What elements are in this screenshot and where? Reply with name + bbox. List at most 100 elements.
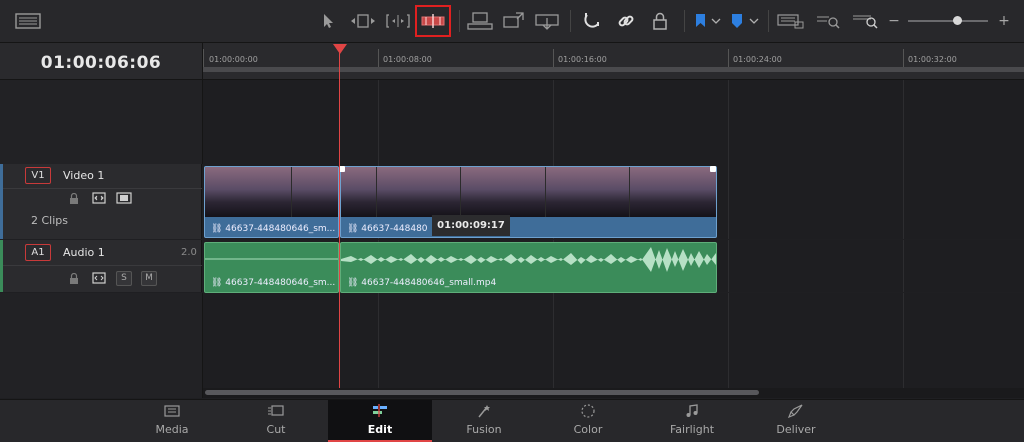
current-timecode: 01:00:06:06 xyxy=(40,53,162,73)
timeline-view-options-icon[interactable] xyxy=(14,9,42,33)
fusion-page-icon xyxy=(432,404,536,420)
video-clip[interactable]: ⛓ 46637-448480646_sm... xyxy=(204,166,339,238)
flag-icon[interactable] xyxy=(692,9,724,33)
audio-track-header[interactable]: A1 Audio 1 2.0 S M xyxy=(0,240,202,292)
page-tab-fusion[interactable]: Fusion xyxy=(432,400,536,442)
solo-button[interactable]: S xyxy=(116,271,132,286)
marker-icon[interactable] xyxy=(728,9,762,33)
thumbnail-divider xyxy=(545,167,546,217)
lock-track-icon[interactable] xyxy=(69,272,79,287)
film-strip-icon[interactable] xyxy=(116,192,132,207)
page-tab-color[interactable]: Color xyxy=(536,400,640,442)
insert-clip-icon[interactable] xyxy=(466,9,494,33)
ruler-tick-label: 01:00:16:00 xyxy=(558,55,607,64)
ruler-tick-label: 01:00:08:00 xyxy=(383,55,432,64)
toolbar-separator xyxy=(570,10,571,32)
video-clip[interactable]: ⛓ 46637-448480 xyxy=(340,166,717,238)
page-tab-cut[interactable]: Cut xyxy=(224,400,328,442)
ruler-tick-label: 01:00:00:00 xyxy=(209,55,258,64)
ruler-tick xyxy=(203,49,204,67)
custom-zoom-icon[interactable] xyxy=(850,9,880,33)
grid-line xyxy=(378,80,379,164)
page-tab-label: Fairlight xyxy=(669,423,715,436)
audio-track-name[interactable]: Audio 1 xyxy=(63,246,105,259)
audio-clip[interactable]: ⛓ 46637-448480646_sm... xyxy=(204,242,339,293)
cut-page-icon xyxy=(224,404,328,420)
thumbnail-divider xyxy=(460,167,461,217)
timeline-horizontal-scrollbar[interactable] xyxy=(203,388,1024,398)
deliver-page-icon xyxy=(744,404,848,420)
video-clip-label: ⛓ 46637-448480 xyxy=(347,224,428,234)
page-tab-label: Fusion xyxy=(466,423,502,436)
video-clip-name: 46637-448480 xyxy=(361,224,428,234)
trim-edit-mode-icon[interactable] xyxy=(348,9,378,33)
mute-button[interactable]: M xyxy=(141,271,157,286)
lock-track-icon[interactable] xyxy=(69,192,79,207)
audio-waveform xyxy=(341,245,716,275)
position-lock-icon[interactable] xyxy=(648,9,672,33)
auto-select-icon[interactable] xyxy=(92,192,106,207)
audio-clip-label: ⛓ 46637-448480646_small.mp4 xyxy=(347,278,497,288)
detail-zoom-icon[interactable] xyxy=(814,9,842,33)
video-clip-label: ⛓ 46637-448480646_sm... xyxy=(211,224,336,234)
timeline-ruler[interactable]: 01:00:00:00 01:00:08:00 01:00:16:00 01:0… xyxy=(203,43,1024,80)
playhead-line[interactable] xyxy=(339,48,340,388)
page-tab-edit[interactable]: Edit xyxy=(328,400,432,442)
empty-track-area xyxy=(203,293,1024,388)
linked-selection-icon[interactable] xyxy=(614,9,638,33)
ruler-tick xyxy=(553,49,554,67)
grid-line xyxy=(903,293,904,388)
empty-track-area xyxy=(203,80,1024,164)
audio-clip-name: 46637-448480646_small.mp4 xyxy=(361,278,497,288)
thumbnail-divider xyxy=(629,167,630,217)
blade-edit-mode-icon[interactable] xyxy=(415,5,451,37)
empty-track-header-area xyxy=(0,293,203,398)
ruler-tick xyxy=(378,49,379,67)
video-track-header[interactable]: V1 Video 1 2 Clips xyxy=(0,164,202,239)
replace-clip-icon[interactable] xyxy=(533,9,561,33)
selection-mode-icon[interactable] xyxy=(318,9,338,33)
grid-line xyxy=(903,164,904,239)
grid-line xyxy=(728,164,729,239)
thumbnail-divider xyxy=(376,167,377,217)
zoom-in-icon[interactable]: + xyxy=(996,9,1012,33)
timecode-tooltip: 01:00:09:17 xyxy=(432,215,510,236)
clip-thumbnail-strip xyxy=(205,167,338,217)
grid-line xyxy=(378,293,379,388)
ruler-scroll-bar[interactable] xyxy=(203,67,1024,72)
full-extent-zoom-icon[interactable] xyxy=(776,9,806,33)
video-track-name[interactable]: Video 1 xyxy=(63,169,104,182)
audio-track-badge[interactable]: A1 xyxy=(25,244,51,261)
ruler-tick xyxy=(728,49,729,67)
page-tab-deliver[interactable]: Deliver xyxy=(744,400,848,442)
dynamic-trim-mode-icon[interactable] xyxy=(384,9,412,33)
grid-line xyxy=(553,293,554,388)
clip-edit-point[interactable] xyxy=(710,166,716,172)
scrollbar-thumb[interactable] xyxy=(205,390,759,395)
clip-thumbnail-strip xyxy=(341,167,716,217)
page-tab-label: Deliver xyxy=(776,423,816,436)
edit-page-icon xyxy=(328,404,432,420)
page-tab-label: Cut xyxy=(266,423,286,436)
page-tab-label: Edit xyxy=(367,423,393,436)
audio-clip-name: 46637-448480646_sm... xyxy=(225,278,336,288)
zoom-slider-handle[interactable] xyxy=(953,16,962,25)
page-tab-fairlight[interactable]: Fairlight xyxy=(640,400,744,442)
zoom-slider-track[interactable] xyxy=(908,20,988,22)
grid-line xyxy=(728,240,729,292)
auto-select-icon[interactable] xyxy=(92,272,106,287)
page-tab-media[interactable]: Media xyxy=(120,400,224,442)
audio-channel-level: 2.0 xyxy=(181,247,197,258)
video-track-badge[interactable]: V1 xyxy=(25,167,51,184)
toolbar-separator xyxy=(768,10,769,32)
overwrite-clip-icon[interactable] xyxy=(500,9,526,33)
snapping-icon[interactable] xyxy=(580,9,604,33)
audio-clip[interactable]: ⛓ 46637-448480646_small.mp4 xyxy=(340,242,717,293)
playhead-marker[interactable] xyxy=(333,44,347,54)
toolbar-separator xyxy=(459,10,460,32)
track-header-divider xyxy=(3,188,202,189)
empty-track-header-area xyxy=(0,80,203,164)
ruler-tick-label: 01:00:24:00 xyxy=(733,55,782,64)
timeline-toolbar: − + xyxy=(0,0,1024,43)
zoom-out-icon[interactable]: − xyxy=(886,9,902,33)
